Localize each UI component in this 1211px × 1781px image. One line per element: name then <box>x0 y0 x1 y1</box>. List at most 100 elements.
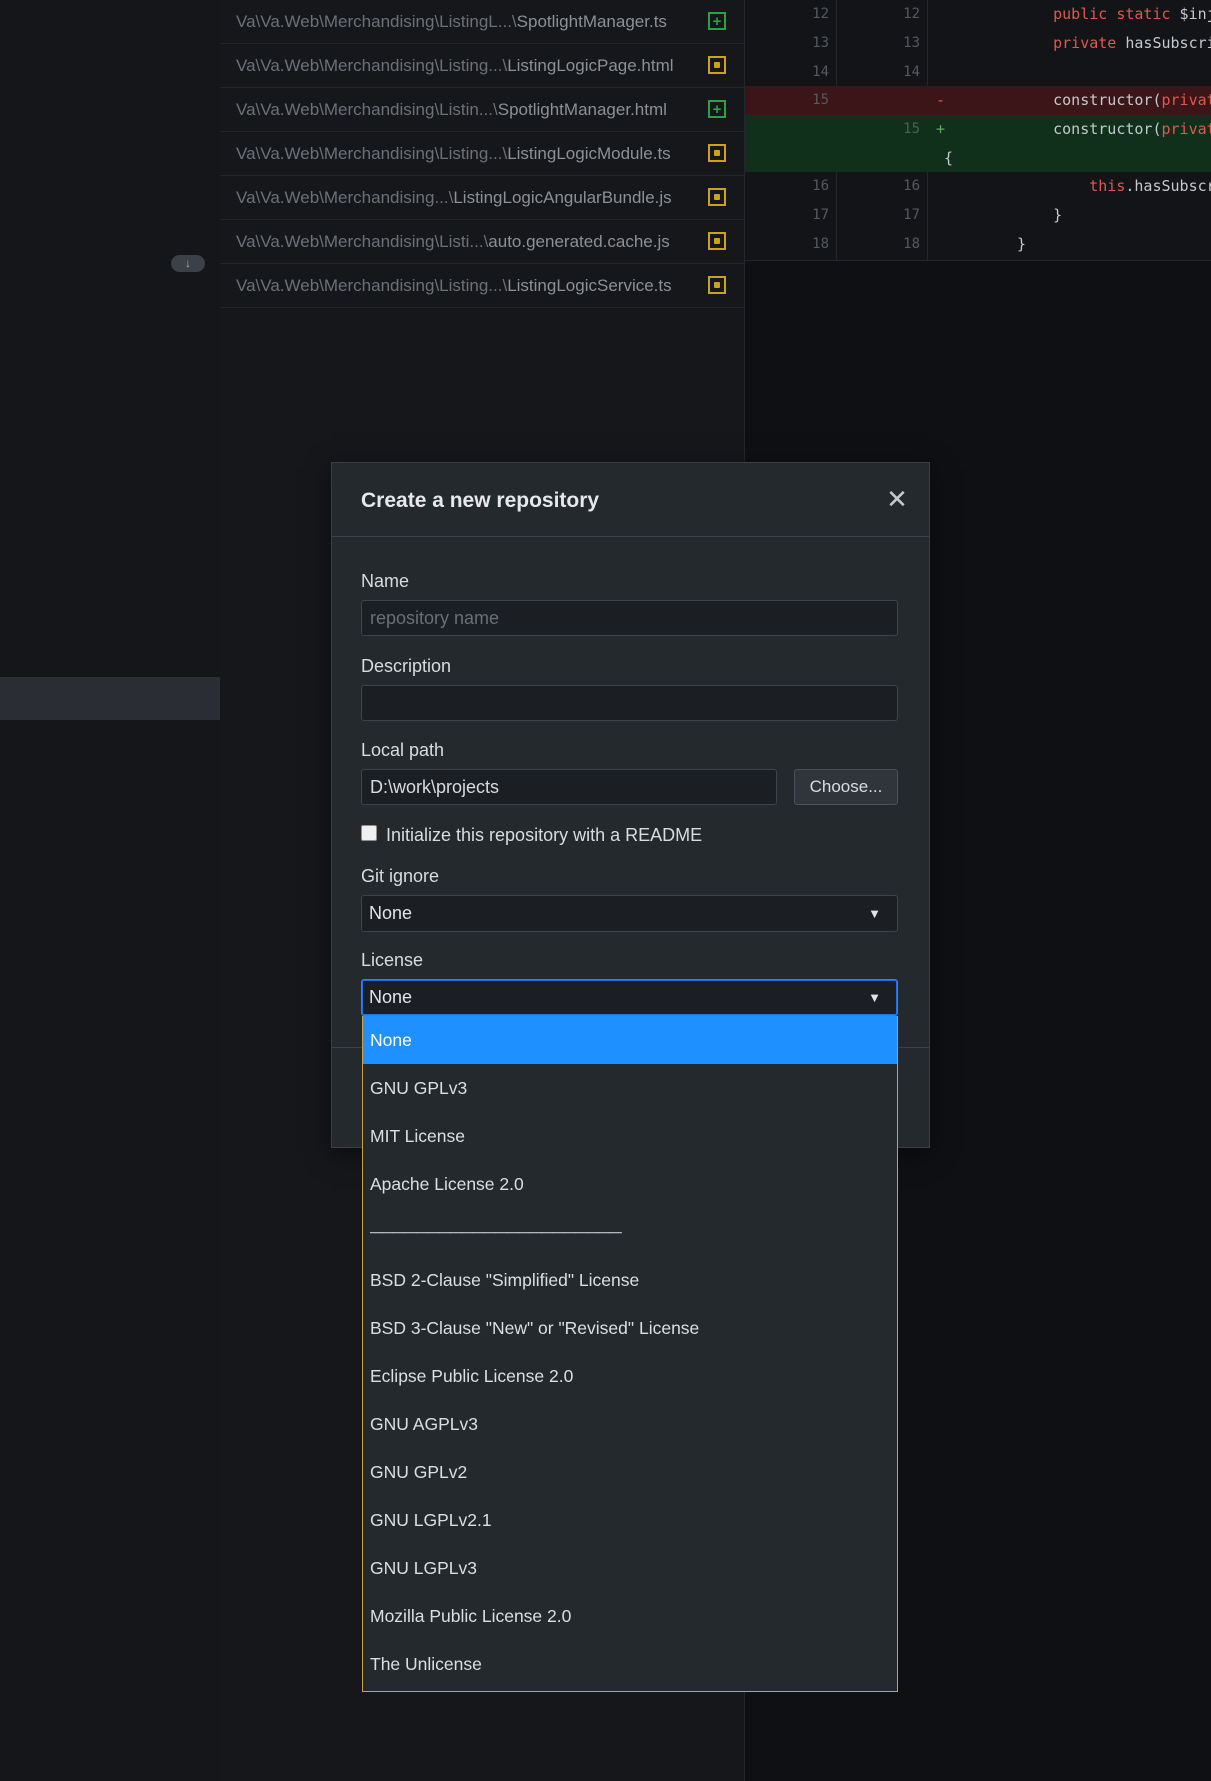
code-line: constructor(private li <box>1017 120 1211 138</box>
license-option[interactable]: The Unlicense <box>363 1640 897 1688</box>
new-line-number: 15 <box>903 121 920 137</box>
gitignore-label: Git ignore <box>361 866 440 886</box>
new-line-number: 17 <box>903 207 920 223</box>
license-option[interactable]: GNU AGPLv3 <box>363 1400 897 1448</box>
diff-viewer: 12 12 public static $inject 13 13 private h… <box>745 0 1211 261</box>
file-name: ListingLogicPage.html <box>507 56 674 75</box>
code-line: { <box>944 149 954 167</box>
file-name: ListingLogicModule.ts <box>507 144 671 163</box>
file-modified-icon <box>708 56 726 74</box>
file-path: Va\Va.Web\Merchandising\Listing...\Listi… <box>236 44 674 87</box>
file-directory: Va\Va.Web\Merchandising...\ <box>236 188 454 207</box>
license-option-separator: ────────────────────── <box>370 1222 622 1242</box>
license-dropdown-list: None GNU GPLv3 MIT License Apache License 2… <box>362 1016 898 1692</box>
license-option[interactable]: BSD 3-Clause "New" or "Revised" License <box>363 1304 897 1352</box>
file-directory: Va\Va.Web\Merchandising\Listi...\ <box>236 232 489 251</box>
license-option[interactable]: Apache License 2.0 <box>363 1160 897 1208</box>
new-line-number: 13 <box>903 35 920 51</box>
sidebar-selected-item[interactable] <box>0 677 220 720</box>
file-list-item[interactable]: Va\Va.Web\Merchandising\ListingL...\Spot… <box>220 0 744 44</box>
old-line-number: 14 <box>812 64 829 80</box>
file-modified-icon <box>708 144 726 162</box>
name-label: Name <box>361 571 410 591</box>
file-list-item[interactable]: Va\Va.Web\Merchandising\Listing...\Listi… <box>220 264 744 308</box>
license-option[interactable]: Eclipse Public License 2.0 <box>363 1352 897 1400</box>
license-option[interactable]: GNU GPLv2 <box>363 1448 897 1496</box>
file-name: SpotlightManager.html <box>497 100 667 119</box>
old-line-number: 13 <box>812 35 829 51</box>
file-list-item[interactable]: Va\Va.Web\Merchandising\Listing...\Listi… <box>220 44 744 88</box>
diff-context-line: 16 16 this.hasSubscribed <box>745 172 1211 201</box>
local-path-input[interactable] <box>361 769 777 805</box>
new-line-number: 14 <box>903 64 920 80</box>
diff-sign: - <box>936 91 946 109</box>
file-modified-icon <box>708 188 726 206</box>
code-line: private hasSubscribedT <box>1053 34 1211 52</box>
file-modified-icon <box>708 232 726 250</box>
file-name: auto.generated.cache.js <box>488 232 670 251</box>
file-path: Va\Va.Web\Merchandising\Listin...\Spotli… <box>236 88 667 131</box>
repository-sidebar: ↓ <box>0 0 220 1781</box>
license-option[interactable]: None <box>363 1016 897 1064</box>
diff-context-line: 12 12 public static $inject <box>745 0 1211 29</box>
file-name: ListingLogicService.ts <box>507 276 672 295</box>
file-list-item[interactable]: Va\Va.Web\Merchandising\Listing...\Listi… <box>220 132 744 176</box>
file-path: Va\Va.Web\Merchandising\Listing...\Listi… <box>236 132 671 175</box>
license-label: License <box>361 950 424 970</box>
code-line: public static $inject <box>1053 5 1211 23</box>
description-input[interactable] <box>361 685 898 721</box>
old-line-number: 15 <box>812 92 829 108</box>
file-directory: Va\Va.Web\Merchandising\ListingL...\ <box>236 12 517 31</box>
file-directory: Va\Va.Web\Merchandising\Listing...\ <box>236 276 508 295</box>
file-path: Va\Va.Web\Merchandising\ListingL...\Spot… <box>236 0 667 43</box>
file-name: ListingLogicAngularBundle.js <box>453 188 672 207</box>
file-list-item[interactable]: Va\Va.Web\Merchandising...\ListingLogicA… <box>220 176 744 220</box>
choose-path-button[interactable]: Choose... <box>794 769 898 805</box>
new-line-number: 12 <box>903 6 920 22</box>
code-line: constructor(private di <box>1017 91 1211 109</box>
readme-option[interactable]: Initialize this repository with a README <box>361 825 702 846</box>
gitignore-selected-value: None <box>369 903 413 923</box>
code-line: } <box>1017 235 1027 253</box>
license-option[interactable]: GNU GPLv3 <box>363 1064 897 1112</box>
file-path: Va\Va.Web\Merchandising\Listi...\auto.ge… <box>236 220 670 263</box>
readme-checkbox[interactable] <box>361 825 377 842</box>
new-line-number: 18 <box>903 236 920 252</box>
file-list-item[interactable]: Va\Va.Web\Merchandising\Listi...\auto.ge… <box>220 220 744 264</box>
license-option[interactable]: GNU LGPLv2.1 <box>363 1496 897 1544</box>
license-option[interactable]: MIT License <box>363 1112 897 1160</box>
file-directory: Va\Va.Web\Merchandising\Listin...\ <box>236 100 498 119</box>
file-directory: Va\Va.Web\Merchandising\Listing...\ <box>236 144 508 163</box>
license-option[interactable]: BSD 2-Clause "Simplified" License <box>363 1256 897 1304</box>
readme-label: Initialize this repository with a README <box>386 825 703 845</box>
repository-name-input[interactable] <box>361 600 898 636</box>
new-line-number: 16 <box>903 178 920 194</box>
gitignore-select[interactable]: None ▼ <box>361 895 898 932</box>
caret-down-icon: ▼ <box>868 990 881 1005</box>
diff-added-line: { <box>745 144 1211 172</box>
license-option[interactable]: Mozilla Public License 2.0 <box>363 1592 897 1640</box>
file-list-item[interactable]: Va\Va.Web\Merchandising\Listin...\Spotli… <box>220 88 744 132</box>
file-path: Va\Va.Web\Merchandising...\ListingLogicA… <box>236 176 672 219</box>
arrow-down-icon[interactable]: ↓ <box>171 255 205 272</box>
code-line: } <box>1017 206 1063 224</box>
diff-added-line: 15 + constructor(private li <box>745 115 1211 144</box>
local-path-label: Local path <box>361 740 445 760</box>
dialog-title: Create a new repository <box>361 489 600 512</box>
diff-context-line: 14 14 <box>745 58 1211 86</box>
diff-context-line: 13 13 private hasSubscribedT <box>745 29 1211 58</box>
license-option[interactable]: GNU LGPLv3 <box>363 1544 897 1592</box>
old-line-number: 16 <box>812 178 829 194</box>
license-selected-value: None <box>369 987 413 1007</box>
description-label: Description <box>361 656 452 676</box>
code-line: this.hasSubscribed <box>1089 177 1211 195</box>
old-line-number: 12 <box>812 6 829 22</box>
file-added-icon: + <box>708 100 726 118</box>
license-select[interactable]: None ▼ <box>361 979 898 1016</box>
caret-down-icon: ▼ <box>868 906 881 921</box>
dialog-header: Create a new repository ✕ <box>332 463 929 537</box>
file-added-icon: + <box>708 12 726 30</box>
file-modified-icon <box>708 276 726 294</box>
file-path: Va\Va.Web\Merchandising\Listing...\Listi… <box>236 264 672 307</box>
close-icon[interactable]: ✕ <box>883 485 911 513</box>
